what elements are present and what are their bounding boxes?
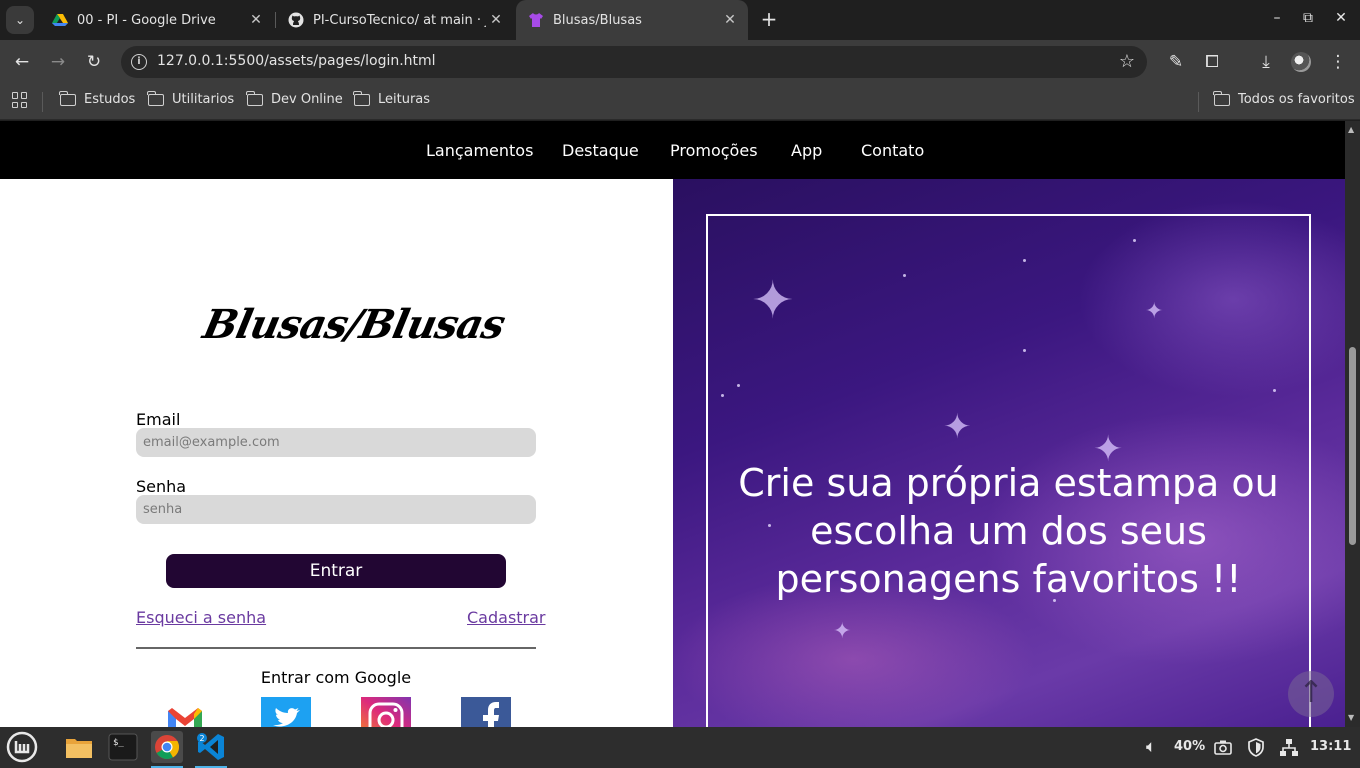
maximize-icon[interactable]: ⧉ [1298, 10, 1318, 26]
email-field[interactable] [136, 428, 536, 457]
download-icon[interactable]: ⤓ [1255, 51, 1277, 73]
password-label: Senha [136, 477, 187, 496]
folder-icon [59, 90, 76, 106]
page-scrollbar[interactable]: ▲ ▼ [1345, 121, 1360, 727]
facebook-icon[interactable] [461, 697, 511, 727]
minimize-icon[interactable]: – [1267, 10, 1287, 26]
forgot-password-link[interactable]: Esqueci a senha [136, 608, 266, 627]
svg-text:$_: $_ [113, 738, 124, 748]
site-info-icon[interactable]: i [131, 54, 147, 70]
bookmark-label: Dev Online [271, 92, 343, 107]
bookmark-label: Todos os favoritos [1238, 92, 1355, 107]
bookmark-label: Estudos [84, 92, 136, 107]
volume-level: 40% [1174, 739, 1206, 754]
page-viewport: Lançamentos Destaque Promoções App Conta… [0, 121, 1345, 727]
tab-bar: ⌄ 00 - PI - Google Drive ✕ PI-CursoTecni… [0, 0, 1360, 40]
instagram-icon[interactable] [361, 697, 411, 727]
signup-link[interactable]: Cadastrar [467, 608, 546, 627]
screenshot-icon[interactable] [1214, 739, 1232, 755]
terminal-icon[interactable]: $_ [107, 731, 139, 763]
clock[interactable]: 13:11 [1310, 739, 1351, 754]
vscode-badge: 2 [200, 734, 205, 743]
nav-contato[interactable]: Contato [861, 141, 924, 160]
bookmark-dev-online[interactable]: Dev Online [246, 90, 343, 107]
scroll-thumb[interactable] [1349, 347, 1356, 545]
extensions-icon[interactable]: ⧠ [1201, 51, 1223, 73]
email-label: Email [136, 410, 181, 429]
bookmark-leituras[interactable]: Leituras [353, 90, 431, 107]
tab-title: Blusas/Blusas [553, 12, 642, 28]
bookmark-star-icon[interactable]: ☆ [1119, 51, 1135, 72]
bookmark-label: Leituras [378, 92, 431, 107]
shirt-icon [529, 13, 543, 27]
network-icon[interactable] [1279, 738, 1299, 757]
reload-icon[interactable]: ↻ [83, 51, 105, 73]
site-nav: Lançamentos Destaque Promoções App Conta… [0, 121, 1345, 179]
site-logo: Blusas/Blusas [199, 301, 509, 348]
divider [136, 647, 536, 649]
eyedropper-icon[interactable]: ✎ [1165, 51, 1187, 73]
twitter-icon[interactable] [261, 697, 311, 727]
folder-icon [353, 90, 370, 106]
bookmark-estudos[interactable]: Estudos [59, 90, 136, 107]
window-close-icon[interactable]: ✕ [1331, 10, 1351, 26]
bookmark-separator [42, 92, 43, 112]
new-tab-button[interactable]: + [758, 8, 780, 32]
address-bar[interactable]: i 127.0.0.1:5500/assets/pages/login.html… [121, 46, 1147, 78]
mint-menu-icon[interactable] [6, 731, 38, 763]
tab-google-drive[interactable]: 00 - PI - Google Drive ✕ [40, 0, 274, 40]
volume-icon[interactable]: 🔈︎ [1146, 737, 1156, 757]
bookmarks-bar: Estudos Utilitarios Dev Online Leituras … [0, 84, 1360, 120]
browser-toolbar: ← → ↻ i 127.0.0.1:5500/assets/pages/logi… [0, 40, 1360, 84]
nav-destaque[interactable]: Destaque [562, 141, 639, 160]
shield-icon[interactable] [1247, 738, 1265, 757]
profile-avatar[interactable] [1291, 52, 1311, 72]
vscode-icon[interactable]: 2 [195, 731, 227, 763]
google-login-text: Entrar com Google [260, 668, 412, 687]
taskbar: $_ 2 🔈︎ 40% 13:11 [0, 727, 1360, 768]
close-icon[interactable]: ✕ [246, 12, 266, 28]
menu-kebab-icon[interactable]: ⋮ [1327, 51, 1349, 73]
folder-icon [147, 90, 164, 106]
apps-grid-icon[interactable] [12, 92, 28, 108]
login-panel: Blusas/Blusas Email Senha Entrar Esqueci… [0, 179, 673, 727]
nav-lancamentos[interactable]: Lançamentos [426, 141, 533, 160]
nav-promocoes[interactable]: Promoções [670, 141, 758, 160]
close-icon[interactable]: ✕ [486, 12, 506, 28]
bookmark-all-favorites[interactable]: Todos os favoritos [1213, 90, 1355, 107]
scroll-down-arrow-icon[interactable]: ▼ [1348, 713, 1354, 722]
close-icon[interactable]: ✕ [720, 12, 740, 28]
chrome-icon[interactable] [151, 731, 183, 763]
tab-search-button[interactable]: ⌄ [6, 6, 34, 34]
bookmark-label: Utilitarios [172, 92, 235, 107]
nav-app[interactable]: App [791, 141, 822, 160]
hero-text: Crie sua própria estampa ou escolha um d… [738, 461, 1279, 601]
scroll-up-arrow-icon[interactable]: ▲ [1348, 125, 1354, 134]
tab-blusas[interactable]: Blusas/Blusas ✕ [516, 0, 748, 40]
folder-icon [246, 90, 263, 106]
url-text[interactable]: 127.0.0.1:5500/assets/pages/login.html [157, 53, 436, 69]
scroll-top-arrow-icon[interactable]: ↑ [1288, 671, 1334, 717]
login-button[interactable]: Entrar [166, 554, 506, 588]
bookmark-utilitarios[interactable]: Utilitarios [147, 90, 235, 107]
tab-title: 00 - PI - Google Drive [77, 12, 216, 28]
password-field[interactable] [136, 495, 536, 524]
tab-github[interactable]: PI-CursoTecnico/ at main · Jo ✕ [276, 0, 514, 40]
github-icon [288, 12, 304, 28]
file-manager-icon[interactable] [63, 731, 95, 763]
forward-icon[interactable]: → [47, 51, 69, 73]
back-icon[interactable]: ← [11, 51, 33, 73]
bookmark-separator [1198, 92, 1199, 112]
google-drive-icon [52, 14, 68, 26]
folder-icon [1213, 90, 1230, 106]
gmail-icon[interactable] [160, 697, 210, 727]
tab-title: PI-CursoTecnico/ at main · Jo [313, 12, 486, 28]
hero-panel: ✦ ✦ ✦ ✦ ✦ Crie sua própria estampa ou es… [673, 179, 1345, 727]
